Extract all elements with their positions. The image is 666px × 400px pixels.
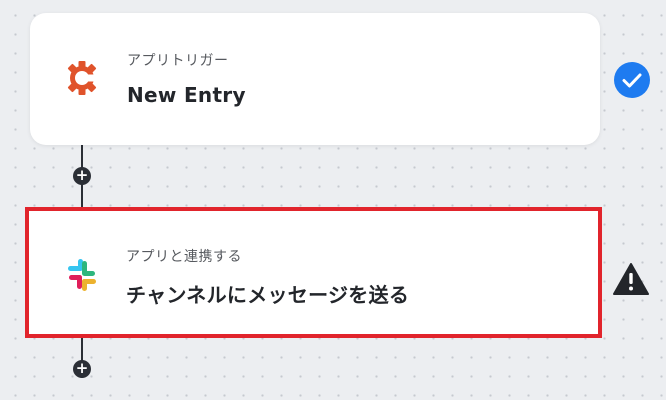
cognito-forms-icon bbox=[60, 56, 104, 100]
step-title: チャンネルにメッセージを送る bbox=[126, 283, 410, 307]
check-circle-icon bbox=[614, 62, 650, 98]
slack-icon bbox=[60, 253, 104, 297]
warning-triangle-icon bbox=[612, 262, 650, 296]
flow-step-trigger-card[interactable]: アプリトリガー New Entry bbox=[30, 13, 600, 145]
step-title: New Entry bbox=[127, 83, 246, 107]
flow-step-action-card[interactable]: アプリと連携する チャンネルにメッセージを送る bbox=[25, 207, 602, 338]
step-type-label: アプリと連携する bbox=[126, 249, 242, 265]
add-step-button[interactable]: + bbox=[73, 167, 91, 185]
step-type-label: アプリトリガー bbox=[127, 53, 229, 69]
add-step-button[interactable]: + bbox=[73, 360, 91, 378]
